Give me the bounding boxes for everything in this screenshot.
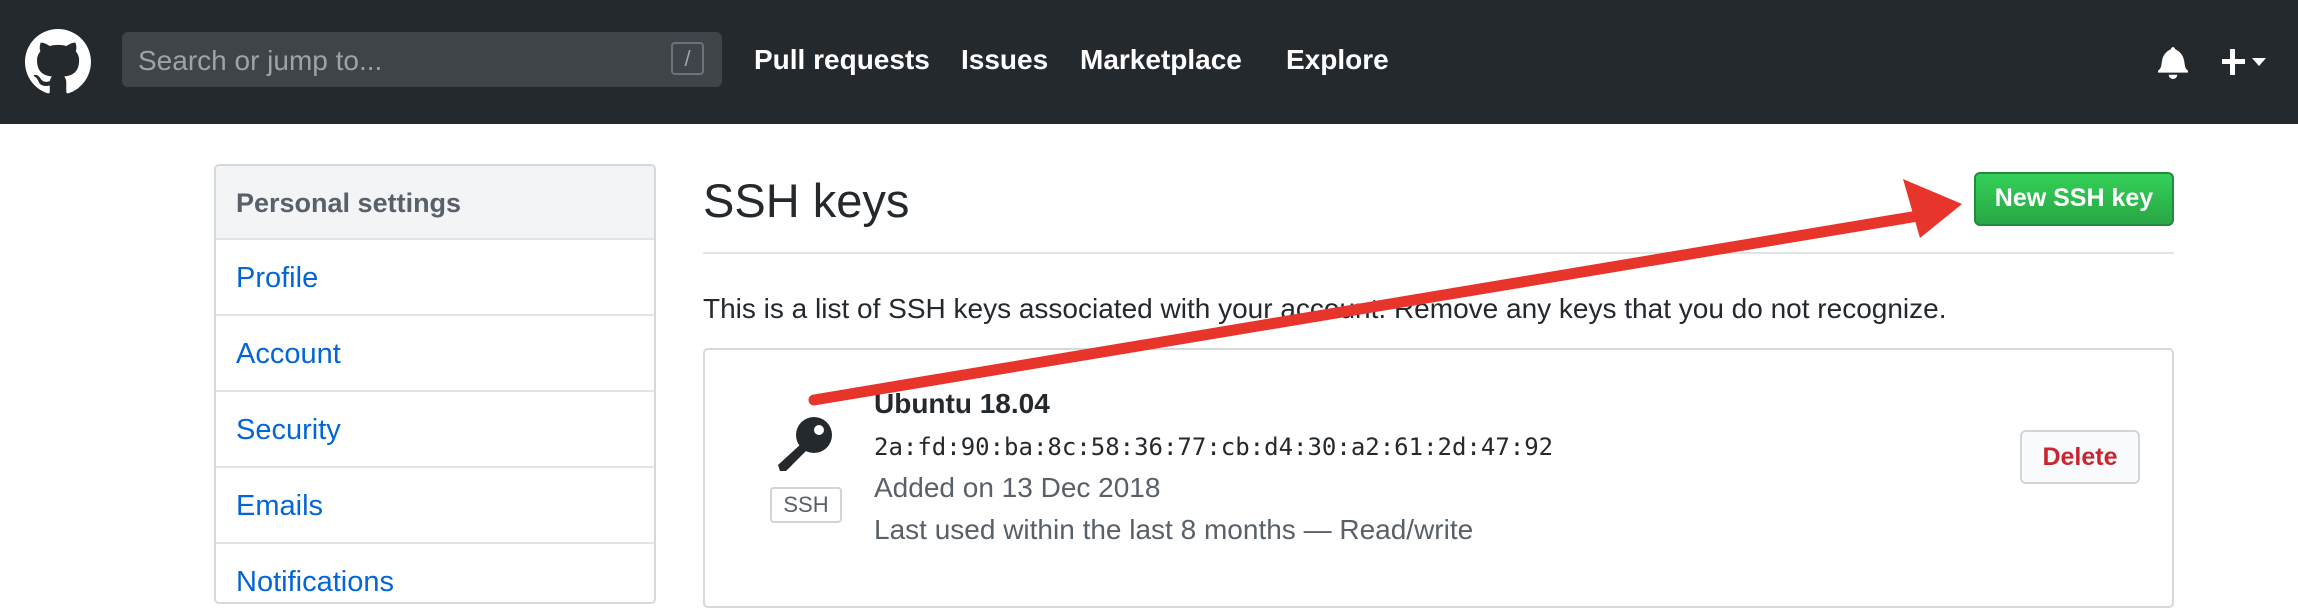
nav-issues[interactable]: Issues [961,44,1048,76]
ssh-key-fingerprint: 2a:fd:90:ba:8c:58:36:77:cb:d4:30:a2:61:2… [874,433,1554,461]
delete-key-button[interactable]: Delete [2020,430,2140,484]
ssh-keys-description: This is a list of SSH keys associated wi… [703,293,1947,324]
ssh-key-name: Ubuntu 18.04 [874,388,1050,419]
key-icon [778,417,832,471]
bell-icon[interactable] [2158,45,2188,79]
settings-sidebar: Personal settings Profile Account Securi… [214,164,656,604]
nav-marketplace[interactable]: Marketplace [1080,44,1242,76]
caret-down-icon [2252,58,2266,66]
sidebar-item-profile[interactable]: Profile [216,240,654,316]
plus-icon[interactable] [2222,46,2268,78]
sidebar-item-security[interactable]: Security [216,392,654,468]
key-type-badge: SSH [770,487,842,523]
github-logo-icon[interactable] [25,29,91,95]
new-ssh-key-button[interactable]: New SSH key [1974,172,2174,226]
ssh-key-last-used: Last used within the last 8 months — Rea… [874,514,1474,545]
sidebar-item-notifications[interactable]: Notifications [216,544,654,602]
ssh-key-added-date: Added on 13 Dec 2018 [874,472,1161,503]
top-navbar: Search or jump to... / Pull requests Iss… [0,0,2298,124]
nav-pull-requests[interactable]: Pull requests [754,44,930,76]
title-divider [703,252,2174,254]
search-input[interactable]: Search or jump to... / [122,32,722,87]
search-placeholder: Search or jump to... [138,45,383,76]
sidebar-heading: Personal settings [216,166,654,240]
search-shortcut-hint: / [671,42,704,75]
nav-explore[interactable]: Explore [1286,44,1389,76]
sidebar-item-emails[interactable]: Emails [216,468,654,544]
sidebar-item-account[interactable]: Account [216,316,654,392]
page-title: SSH keys [703,174,910,227]
